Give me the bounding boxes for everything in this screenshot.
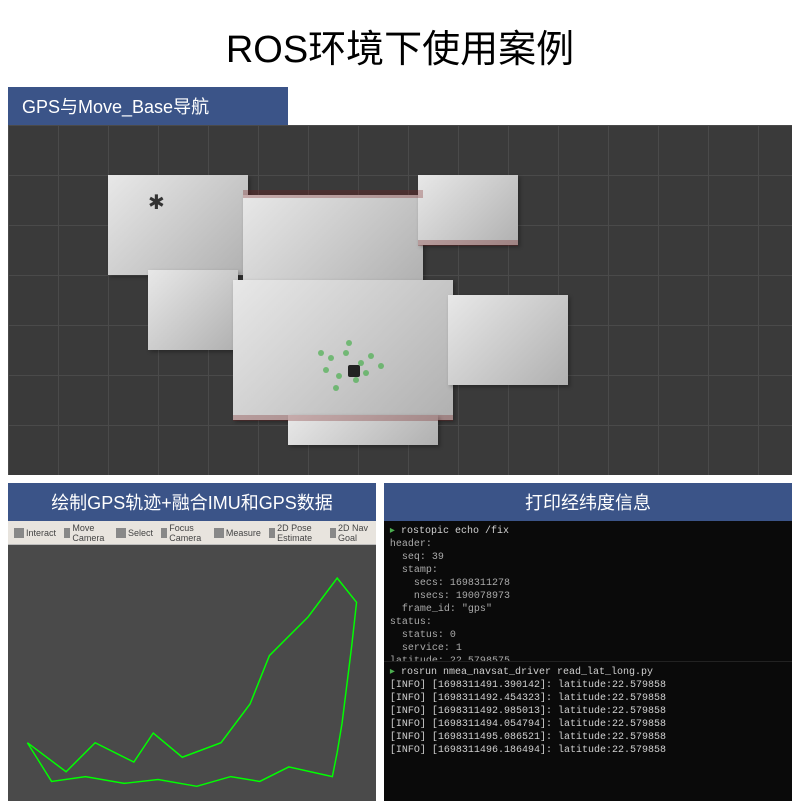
right-panel-label: 打印经纬度信息 bbox=[384, 483, 792, 521]
tb-measure[interactable]: Measure bbox=[214, 528, 261, 538]
rviz-map-view[interactable]: ✱ bbox=[8, 125, 792, 475]
tb-move-camera[interactable]: Move Camera bbox=[64, 523, 108, 543]
gps-trajectory-line bbox=[27, 578, 356, 786]
left-panel: 绘制GPS轨迹+融合IMU和GPS数据 Interact Move Camera… bbox=[8, 483, 376, 801]
page-title: ROS环境下使用案例 bbox=[0, 0, 800, 87]
occupancy-grid: ✱ bbox=[88, 155, 668, 455]
left-panel-label: 绘制GPS轨迹+融合IMU和GPS数据 bbox=[8, 483, 376, 521]
tb-interact[interactable]: Interact bbox=[14, 528, 56, 538]
tb-2d-pose[interactable]: 2D Pose Estimate bbox=[269, 523, 322, 543]
right-panel: 打印经纬度信息 ▸ rostopic echo /fix header: seq… bbox=[384, 483, 792, 801]
tb-select[interactable]: Select bbox=[116, 528, 153, 538]
tb-2d-nav-goal[interactable]: 2D Nav Goal bbox=[330, 523, 370, 543]
robot-pose-icon bbox=[348, 365, 360, 377]
goal-star-icon: ✱ bbox=[148, 190, 165, 215]
tb-focus-camera[interactable]: Focus Camera bbox=[161, 523, 206, 543]
top-panel-label: GPS与Move_Base导航 bbox=[8, 87, 288, 125]
terminal-rostopic[interactable]: ▸ rostopic echo /fix header: seq: 39 sta… bbox=[384, 521, 792, 661]
rviz-trajectory-view[interactable]: Interact Move Camera Select Focus Camera… bbox=[8, 521, 376, 801]
trajectory-canvas bbox=[8, 545, 376, 801]
rviz-toolbar: Interact Move Camera Select Focus Camera… bbox=[8, 521, 376, 545]
terminal-rosrun[interactable]: ▸ rosrun nmea_navsat_driver read_lat_lon… bbox=[384, 661, 792, 801]
top-panel: GPS与Move_Base导航 ✱ bbox=[8, 87, 792, 475]
